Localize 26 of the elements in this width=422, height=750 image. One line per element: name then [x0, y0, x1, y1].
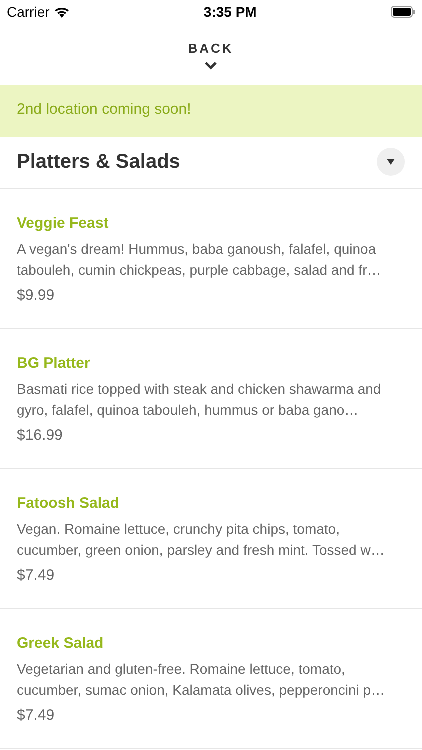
chevron-down-icon [204, 60, 218, 70]
item-name: BG Platter [17, 354, 92, 374]
item-price: $7.49 [17, 566, 56, 586]
item-description: Vegetarian and gluten-free. Romaine lettuce, tomato, cucumber, sumac onion, Kalamata olives, pepperoncini p… [17, 660, 386, 700]
item-description: Basmati rice topped with steak and chicken shawarma and gyro, falafel, quinoa tabouleh, hummus or baba gano… [17, 380, 382, 420]
item-description: Vegan. Romaine lettuce, crunchy pita chips, tomato, cucumber, green onion, parsley and fresh mint. Tossed w… [17, 520, 386, 560]
item-name: Veggie Feast [17, 214, 110, 234]
item-price: $9.99 [17, 286, 56, 306]
menu-item[interactable]: Veggie Feast A vegan's dream! Hummus, baba ganoush, falafel, quinoa tabouleh, cumin chickpeas, purple cabbage, salad and fr… $9.99 [0, 188, 422, 328]
item-price: $16.99 [17, 426, 64, 446]
battery-icon [390, 6, 415, 18]
wifi-icon [54, 6, 70, 18]
item-name: Fatoosh Salad [17, 494, 121, 514]
item-description: A vegan's dream! Hummus, baba ganoush, falafel, quinoa tabouleh, cumin chickpeas, purple cabbage, salad and fr… [17, 240, 382, 280]
caret-icon [387, 159, 395, 165]
time-label: 3:35 PM [204, 2, 257, 22]
carrier-label: Carrier [7, 2, 50, 22]
menu-item[interactable]: Greek Salad Vegetarian and gluten-free. Romaine lettuce, tomato, cucumber, sumac onion, Kalamata olives, pepperoncini p… $7.49 [0, 608, 422, 748]
item-name: Greek Salad [17, 634, 105, 654]
banner-text: 2nd location coming soon! [17, 100, 192, 120]
menu-item[interactable]: BG Platter Basmati rice topped with steak and chicken shawarma and gyro, falafel, quinoa tabouleh, hummus or baba gano… $16.99 [0, 328, 422, 468]
section-title: Platters & Salads [17, 150, 180, 175]
menu-item[interactable]: Fatoosh Salad Vegan. Romaine lettuce, crunchy pita chips, tomato, cucumber, green onion, parsley and fresh mint. Tossed w… $7.49 [0, 468, 422, 608]
item-price: $7.49 [17, 706, 56, 726]
back-button[interactable]: BACK [188, 39, 234, 70]
collapse-toggle-button[interactable] [377, 148, 405, 176]
